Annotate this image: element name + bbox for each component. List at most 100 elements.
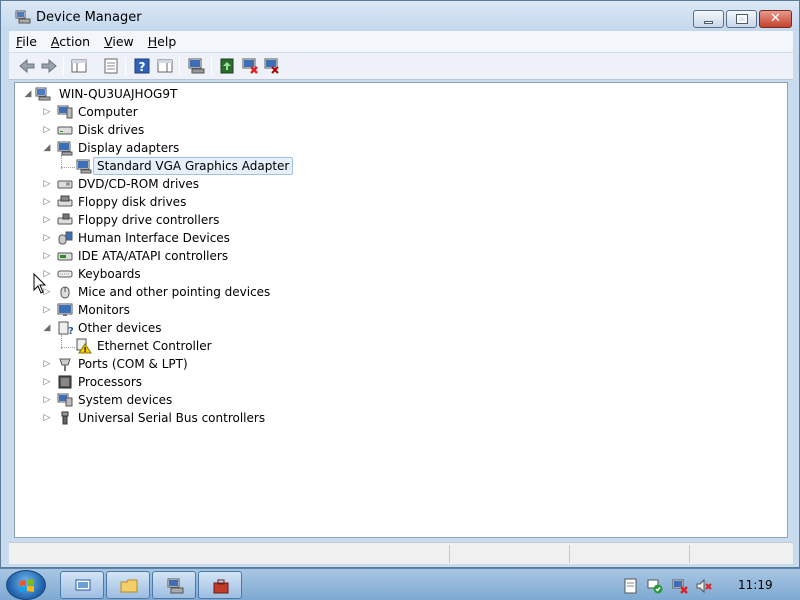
status-segment — [569, 545, 689, 563]
tree-node-ide-ata-atapi-controllers[interactable]: IDE ATA/ATAPI controllers — [78, 249, 228, 263]
tree-node-system-devices[interactable]: System devices — [78, 393, 172, 407]
processor-icon — [58, 375, 72, 389]
taskbar: 11:19 — [0, 568, 800, 600]
expand-toggle[interactable]: ▷ — [42, 395, 52, 405]
tree-node-mice-and-other-pointing-devices[interactable]: Mice and other pointing devices — [78, 285, 270, 299]
taskbar-device-manager[interactable] — [152, 571, 196, 599]
tree-node-disk-drives[interactable]: Disk drives — [78, 123, 144, 137]
tree-node-standard-vga-graphics-adapter[interactable]: Standard VGA Graphics Adapter — [93, 157, 294, 175]
menu-view[interactable]: View — [97, 34, 141, 49]
maximize-button[interactable] — [726, 10, 757, 28]
tree-node-processors[interactable]: Processors — [78, 375, 142, 389]
expand-toggle[interactable]: ▷ — [42, 305, 52, 315]
uninstall-device-icon[interactable] — [262, 56, 282, 76]
mouse-pointer-icon — [33, 273, 47, 294]
tree-node-monitors[interactable]: Monitors — [78, 303, 130, 317]
minimize-icon — [704, 20, 713, 24]
toolbar-separator — [179, 57, 180, 75]
tree-node-universal-serial-bus-controllers[interactable]: Universal Serial Bus controllers — [78, 411, 265, 425]
tree-node-other-devices[interactable]: Other devices — [78, 321, 162, 335]
maximize-icon — [735, 14, 748, 24]
start-button[interactable] — [6, 570, 46, 600]
device-manager-icon — [15, 10, 31, 24]
toolbar-separator — [211, 57, 212, 75]
tree-node-floppy-disk-drives[interactable]: Floppy disk drives — [78, 195, 186, 209]
expand-toggle[interactable]: ▷ — [42, 251, 52, 261]
toolbar-separator — [125, 57, 126, 75]
minimize-button[interactable] — [693, 10, 724, 28]
tree-connector — [61, 167, 75, 168]
explorer-folder-icon — [120, 579, 138, 593]
ports-icon — [59, 358, 71, 371]
usb-icon — [61, 411, 69, 425]
network-icon[interactable] — [647, 578, 663, 594]
menu-action-label: ction — [59, 34, 91, 49]
action-center-icon[interactable] — [623, 578, 639, 594]
status-segment — [449, 545, 569, 563]
expand-toggle[interactable]: ▷ — [42, 359, 52, 369]
expand-toggle[interactable]: ▷ — [42, 197, 52, 207]
toolbar: ? — [9, 53, 793, 80]
svg-text:?: ? — [68, 326, 73, 336]
toolbar-separator — [63, 57, 64, 75]
properties-icon[interactable] — [101, 56, 121, 76]
expand-toggle[interactable]: ▷ — [42, 125, 52, 135]
computer-root-icon — [35, 87, 51, 101]
tree-node-human-interface-devices[interactable]: Human Interface Devices — [78, 231, 230, 245]
tree-node-keyboards[interactable]: Keyboards — [78, 267, 141, 281]
tree-node-ethernet-controller[interactable]: Ethernet Controller — [97, 339, 212, 353]
menu-file[interactable]: File — [9, 34, 44, 49]
expand-toggle[interactable]: ▷ — [42, 215, 52, 225]
taskbar-toolbox[interactable] — [198, 571, 242, 599]
expand-toggle[interactable]: ▷ — [42, 179, 52, 189]
monitor-icon — [57, 303, 73, 316]
tree-node-display-adapters[interactable]: Display adapters — [78, 141, 179, 155]
action-pane-icon[interactable] — [155, 56, 175, 76]
taskbar-clock[interactable]: 11:19 — [738, 578, 773, 592]
toolbox-icon — [213, 579, 229, 594]
tree-connector — [61, 347, 75, 348]
keyboard-icon — [57, 270, 73, 278]
scan-hardware-icon[interactable] — [186, 56, 206, 76]
forward-icon[interactable] — [39, 56, 59, 76]
computer-icon — [57, 105, 73, 119]
status-segment — [689, 545, 793, 563]
disable-device-icon[interactable] — [240, 56, 260, 76]
tree-node-computer[interactable]: Computer — [78, 105, 138, 119]
windows-logo-icon — [20, 579, 34, 592]
collapse-toggle[interactable]: ◢ — [42, 323, 52, 333]
status-bar — [9, 542, 793, 564]
expand-toggle[interactable]: ▷ — [42, 413, 52, 423]
floppy-disk-icon — [57, 195, 73, 207]
taskbar-server-manager[interactable] — [60, 571, 104, 599]
update-driver-icon[interactable] — [218, 56, 238, 76]
close-icon: ✕ — [770, 11, 781, 26]
expand-toggle[interactable]: ▷ — [42, 233, 52, 243]
root-collapse-toggle[interactable]: ◢ — [23, 89, 33, 99]
expand-toggle[interactable]: ▷ — [42, 107, 52, 117]
show-hide-console-tree-icon[interactable] — [69, 56, 89, 76]
device-tree-pane[interactable]: ◢ WIN-QU3UAJHOG9T ▷ Computer ▷ Disk driv… — [14, 82, 788, 538]
dvd-drive-icon — [57, 180, 73, 189]
menu-help[interactable]: Help — [141, 34, 184, 49]
window-title: Device Manager — [36, 10, 142, 25]
volume-muted-icon[interactable] — [696, 578, 712, 594]
server-manager-icon — [75, 579, 91, 591]
help-icon[interactable]: ? — [132, 56, 152, 76]
tree-root-label[interactable]: WIN-QU3UAJHOG9T — [59, 87, 177, 101]
ide-controller-icon — [57, 252, 73, 261]
back-icon[interactable] — [17, 56, 37, 76]
tree-node-dvd-cd-rom-drives[interactable]: DVD/CD-ROM drives — [78, 177, 199, 191]
menu-bar: File Action View Help — [9, 31, 793, 53]
menu-action[interactable]: Action — [44, 34, 97, 49]
tree-node-floppy-drive-controllers[interactable]: Floppy drive controllers — [78, 213, 219, 227]
floppy-controller-icon — [57, 213, 73, 225]
tree-node-ports-com-lpt[interactable]: Ports (COM & LPT) — [78, 357, 188, 371]
network-error-icon[interactable] — [672, 578, 688, 594]
expand-toggle[interactable]: ▷ — [42, 377, 52, 387]
collapse-toggle[interactable]: ◢ — [42, 143, 52, 153]
menu-action-mnemonic: A — [50, 34, 60, 49]
title-bar[interactable]: Device Manager ✕ — [1, 1, 799, 31]
taskbar-explorer[interactable] — [106, 571, 150, 599]
close-button[interactable]: ✕ — [759, 10, 792, 28]
